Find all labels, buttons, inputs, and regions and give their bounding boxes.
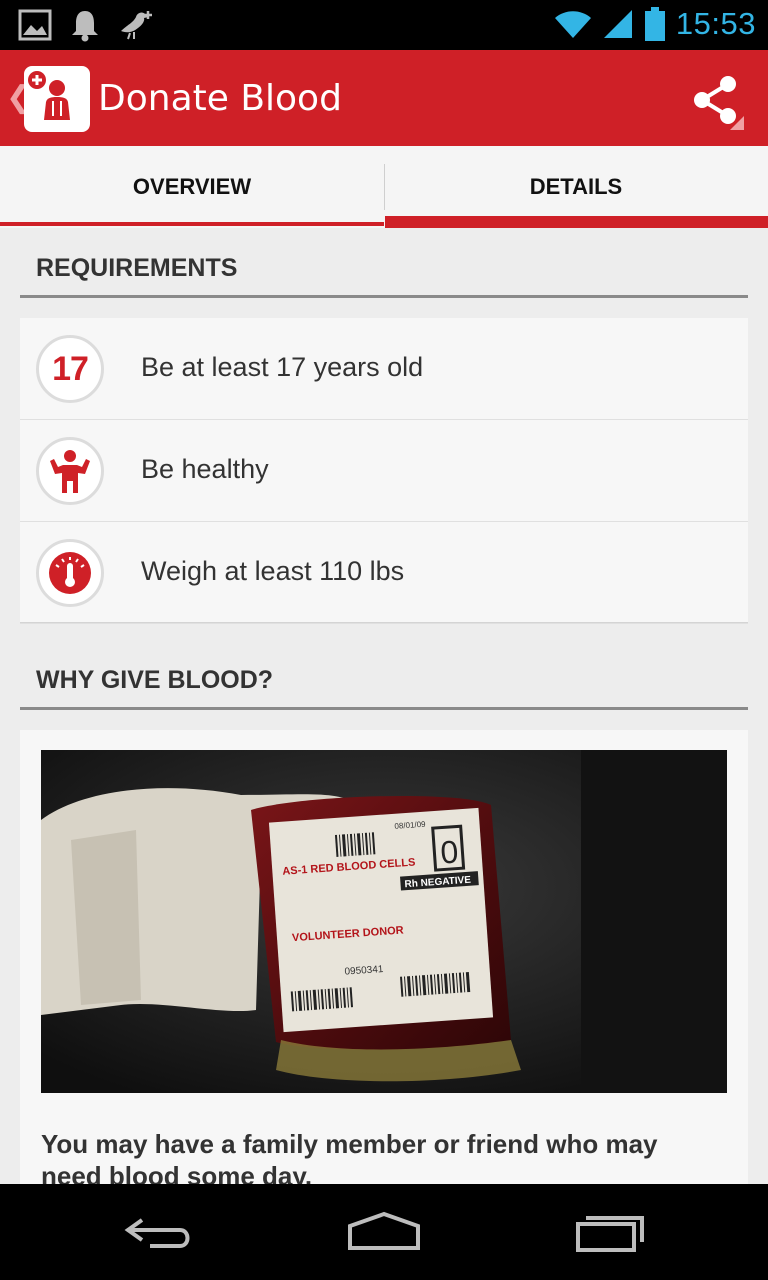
bell-icon xyxy=(72,11,98,42)
requirement-label: Be healthy xyxy=(141,454,269,484)
action-bar: ❮ Donate Blood xyxy=(0,50,768,146)
clock: 15:53 xyxy=(675,6,756,41)
recent-apps-icon[interactable] xyxy=(572,1208,652,1256)
list-item[interactable]: Be healthy xyxy=(20,420,748,522)
age-17-text: 17 xyxy=(52,349,89,388)
tab-details-indicator xyxy=(385,216,768,228)
bag-label-text: 0 xyxy=(439,833,459,870)
app-logo[interactable] xyxy=(24,66,90,132)
list-item[interactable]: 17 Be at least 17 years old xyxy=(20,318,748,420)
list-item[interactable]: Weigh at least 110 lbs xyxy=(20,522,748,624)
tab-overview-indicator xyxy=(0,222,384,226)
home-icon[interactable] xyxy=(344,1208,424,1256)
status-bar: 15:53 xyxy=(0,0,768,50)
age-17-icon: 17 xyxy=(36,335,104,403)
wifi-icon xyxy=(554,11,591,38)
tab-details[interactable]: DETAILS xyxy=(384,146,768,228)
battery-icon xyxy=(644,7,665,41)
requirements-title: REQUIREMENTS xyxy=(36,254,238,282)
tab-overview-label: OVERVIEW xyxy=(132,174,252,199)
overflow-corner-icon[interactable] xyxy=(730,116,744,130)
why-give-blood-card: AS-1 RED BLOOD CELLS VOLUNTEER DONOR Rh … xyxy=(20,730,748,1191)
back-icon[interactable] xyxy=(120,1208,200,1256)
healthy-person-icon xyxy=(36,437,104,505)
why-give-blood-header: WHY GIVE BLOOD? xyxy=(20,654,748,710)
bird-icon xyxy=(121,11,152,40)
tab-details-label: DETAILS xyxy=(529,174,623,199)
requirement-label: Be at least 17 years old xyxy=(141,352,424,382)
requirement-label: Weigh at least 110 lbs xyxy=(141,556,405,586)
requirements-list: 17 Be at least 17 years old Be healthy W… xyxy=(20,318,748,624)
tab-bar: OVERVIEW DETAILS xyxy=(0,146,768,228)
signal-icon xyxy=(603,10,632,38)
image-icon xyxy=(18,9,52,41)
tab-overview[interactable]: OVERVIEW xyxy=(0,146,384,228)
why-give-blood-text: You may have a family member or friend w… xyxy=(41,1129,658,1191)
blood-bag-photo: AS-1 RED BLOOD CELLS VOLUNTEER DONOR Rh … xyxy=(41,750,727,1093)
navigation-bar xyxy=(0,1184,768,1280)
requirements-header: REQUIREMENTS xyxy=(20,242,748,298)
scale-gauge-icon xyxy=(36,539,104,607)
why-give-blood-title: WHY GIVE BLOOD? xyxy=(36,666,274,694)
page-title: Donate Blood xyxy=(98,78,342,119)
